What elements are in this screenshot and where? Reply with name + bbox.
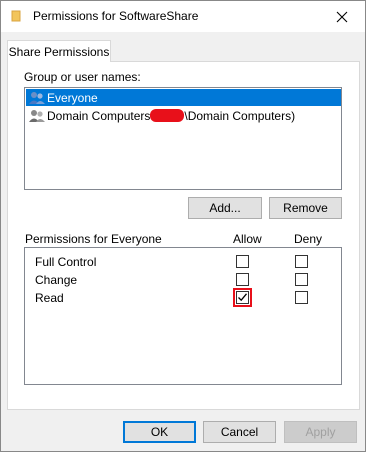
cancel-button[interactable]: Cancel [203, 421, 276, 443]
permissions-header: Permissions for Everyone [25, 232, 162, 246]
group-user-names-label: Group or user names: [24, 70, 141, 84]
remove-button[interactable]: Remove [269, 197, 342, 219]
permission-row-change: Change [25, 271, 341, 289]
allow-checkbox-checked[interactable] [236, 291, 249, 304]
permission-row-full-control: Full Control [25, 253, 341, 271]
deny-checkbox[interactable] [295, 273, 308, 286]
ok-button[interactable]: OK [123, 421, 196, 443]
close-icon [336, 11, 348, 22]
checkmark-icon [238, 293, 248, 302]
permission-name: Read [35, 291, 64, 305]
users-group-icon [29, 91, 45, 104]
deny-checkbox[interactable] [295, 255, 308, 268]
apply-button[interactable]: Apply [284, 421, 357, 443]
user-item-label: Everyone [47, 90, 98, 105]
permissions-dialog: Permissions for SoftwareShare Share Perm… [0, 0, 366, 452]
domain-computers-icon [29, 109, 45, 122]
tab-share-permissions[interactable]: Share Permissions [7, 40, 111, 62]
allow-checkbox[interactable] [236, 273, 249, 286]
permission-row-read: Read [25, 288, 341, 307]
deny-column-header: Deny [294, 232, 323, 246]
user-item-everyone[interactable]: Everyone [26, 89, 341, 106]
permissions-list: Full Control Change Read [24, 247, 342, 385]
redaction-mark [150, 109, 185, 122]
add-button[interactable]: Add... [188, 197, 262, 219]
allow-checkbox[interactable] [236, 255, 249, 268]
permission-name: Change [35, 273, 78, 287]
window-title: Permissions for SoftwareShare [33, 9, 199, 23]
permission-name: Full Control [35, 255, 97, 269]
group-user-list[interactable]: Everyone Domain Computers \Domain Compute… [24, 87, 342, 190]
folder-icon [11, 10, 21, 22]
deny-checkbox[interactable] [295, 291, 308, 304]
allow-column-header: Allow [233, 232, 262, 246]
user-item-label-prefix: Domain Computers [47, 108, 151, 123]
share-permissions-panel: Group or user names: Everyone Domain Com… [7, 61, 360, 410]
close-button[interactable] [319, 1, 365, 32]
user-item-domain-computers[interactable]: Domain Computers \Domain Computers) [26, 107, 341, 124]
title-bar: Permissions for SoftwareShare [1, 1, 365, 32]
user-item-label-suffix: \Domain Computers) [184, 108, 296, 123]
